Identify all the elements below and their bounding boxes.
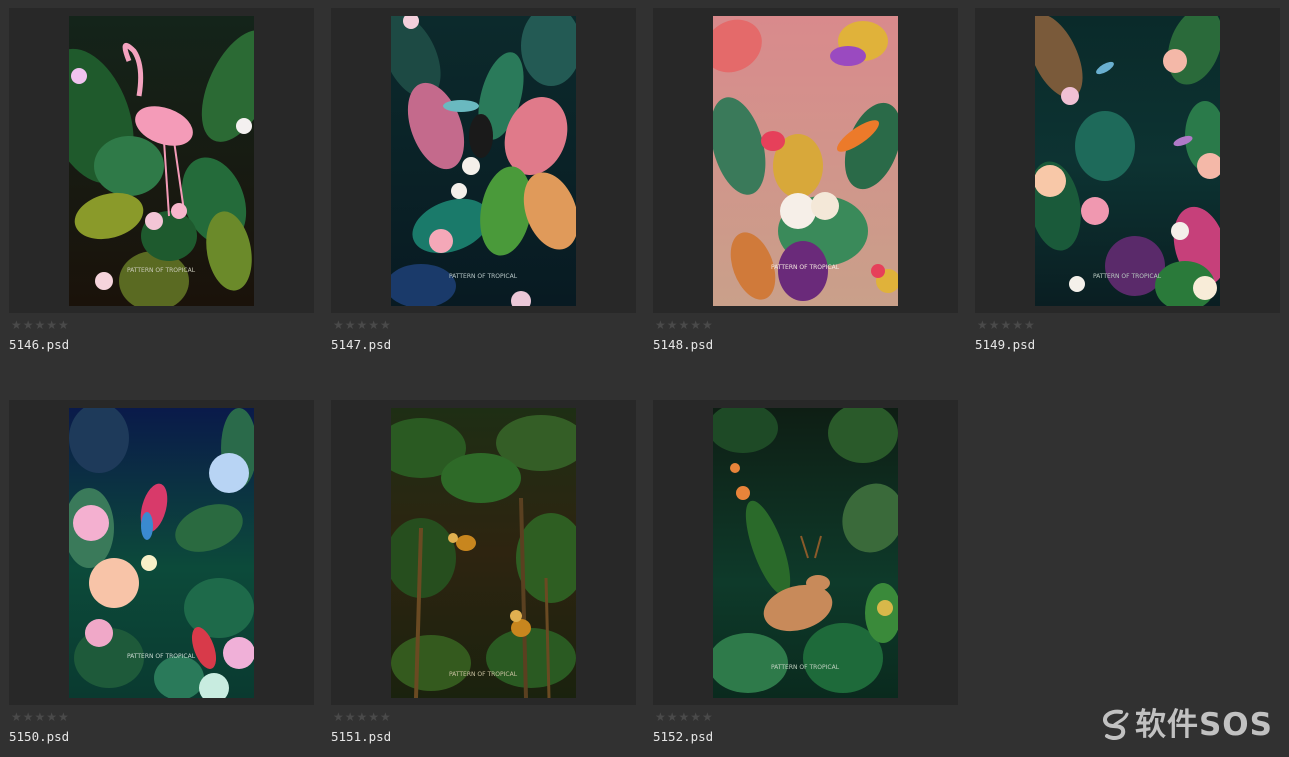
rating-stars[interactable]: ★★★★★ — [11, 711, 70, 723]
file-name-label[interactable]: 5148.psd — [653, 337, 713, 353]
thumbnail-frame[interactable]: PATTERN OF TROPICAL — [331, 400, 636, 705]
thumbnail-caption: PATTERN OF TROPICAL — [1093, 273, 1162, 280]
watermark-text: 软件SOS — [1134, 707, 1273, 743]
rating-stars[interactable]: ★★★★★ — [977, 319, 1036, 331]
thumbnail-caption: PATTERN OF TROPICAL — [127, 653, 196, 660]
file-tile[interactable]: PATTERN OF TROPICAL ★★★★★ 5148.psd — [653, 8, 958, 358]
rating-stars[interactable]: ★★★★★ — [655, 319, 714, 331]
thumbnail-frame[interactable]: PATTERN OF TROPICAL — [975, 8, 1280, 313]
thumbnail-image-deer[interactable]: PATTERN OF TROPICAL — [713, 408, 898, 698]
file-tile[interactable]: PATTERN OF TROPICAL ★★★★★ 5152.psd — [653, 400, 958, 750]
swirl-logo-icon — [1099, 708, 1131, 742]
file-name-label[interactable]: 5152.psd — [653, 729, 713, 745]
rating-stars[interactable]: ★★★★★ — [333, 319, 392, 331]
thumbnail-image-parrots[interactable]: PATTERN OF TROPICAL — [69, 408, 254, 698]
file-tile[interactable]: PATTERN OF TROPICAL ★★★★★ 5146.psd — [9, 8, 314, 358]
thumbnail-image-pineapple[interactable]: PATTERN OF TROPICAL — [713, 16, 898, 306]
thumbnail-caption: PATTERN OF TROPICAL — [449, 671, 518, 678]
thumbnail-caption: PATTERN OF TROPICAL — [449, 273, 518, 280]
file-name-label[interactable]: 5147.psd — [331, 337, 391, 353]
thumbnail-frame[interactable]: PATTERN OF TROPICAL — [331, 8, 636, 313]
thumbnail-caption: PATTERN OF TROPICAL — [127, 267, 196, 274]
file-name-label[interactable]: 5150.psd — [9, 729, 69, 745]
thumbnail-grid: PATTERN OF TROPICAL ★★★★★ 5146.psd PATTE… — [9, 8, 1281, 753]
thumbnail-image-flamingo[interactable]: PATTERN OF TROPICAL — [69, 16, 254, 306]
file-name-label[interactable]: 5151.psd — [331, 729, 391, 745]
file-tile[interactable]: PATTERN OF TROPICAL ★★★★★ 5150.psd — [9, 400, 314, 750]
watermark: 软件SOS — [1099, 705, 1273, 745]
thumbnail-caption: PATTERN OF TROPICAL — [771, 264, 840, 271]
thumbnail-frame[interactable]: PATTERN OF TROPICAL — [653, 400, 958, 705]
thumbnail-frame[interactable]: PATTERN OF TROPICAL — [653, 8, 958, 313]
file-name-label[interactable]: 5149.psd — [975, 337, 1035, 353]
thumbnail-image-monkeys[interactable]: PATTERN OF TROPICAL — [391, 408, 576, 698]
thumbnail-frame[interactable]: PATTERN OF TROPICAL — [9, 8, 314, 313]
file-name-label[interactable]: 5146.psd — [9, 337, 69, 353]
thumbnail-caption: PATTERN OF TROPICAL — [771, 664, 840, 671]
rating-stars[interactable]: ★★★★★ — [655, 711, 714, 723]
file-tile[interactable]: PATTERN OF TROPICAL ★★★★★ 5151.psd — [331, 400, 636, 750]
rating-stars[interactable]: ★★★★★ — [333, 711, 392, 723]
thumbnail-frame[interactable]: PATTERN OF TROPICAL — [9, 400, 314, 705]
thumbnail-image-hummingbird[interactable]: PATTERN OF TROPICAL — [1035, 16, 1220, 306]
file-tile[interactable]: PATTERN OF TROPICAL ★★★★★ 5149.psd — [975, 8, 1280, 358]
rating-stars[interactable]: ★★★★★ — [11, 319, 70, 331]
thumbnail-image-toucan[interactable]: PATTERN OF TROPICAL — [391, 16, 576, 306]
file-tile[interactable]: PATTERN OF TROPICAL ★★★★★ 5147.psd — [331, 8, 636, 358]
